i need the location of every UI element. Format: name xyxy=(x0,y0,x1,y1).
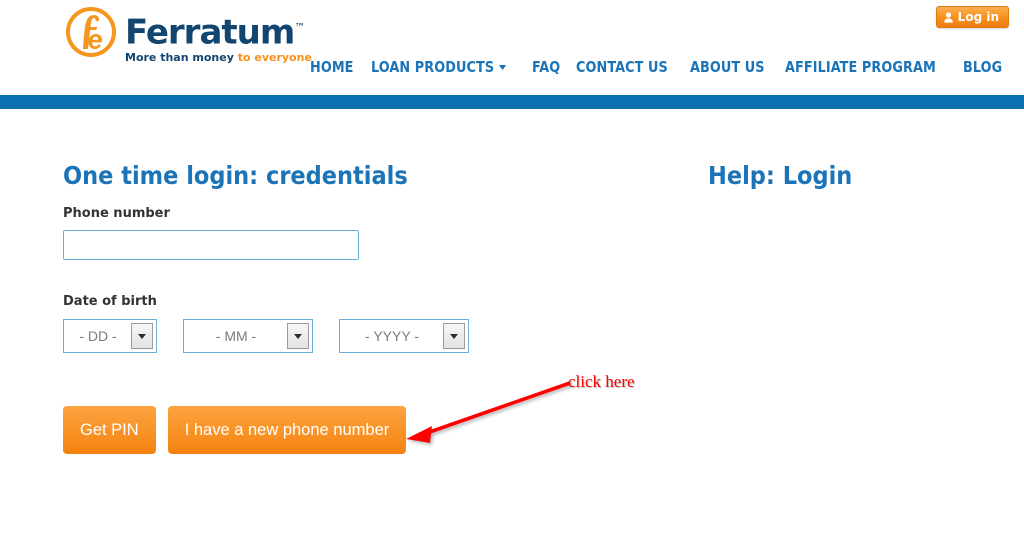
new-phone-number-button[interactable]: I have a new phone number xyxy=(167,406,407,454)
main-content: One time login: credentials Phone number… xyxy=(0,109,1024,528)
ferratum-logo-icon xyxy=(66,7,116,57)
nav-item-faq[interactable]: FAQ xyxy=(532,58,560,76)
nav-item-home[interactable]: HOME xyxy=(310,58,354,76)
year-select-arrow-button[interactable] xyxy=(443,323,465,349)
main-navigation: HOME LOAN PRODUCTS FAQ CONTACT US ABOUT … xyxy=(310,58,1007,76)
logo-trademark: ™ xyxy=(294,21,306,34)
nav-label: BLOG xyxy=(963,58,1003,76)
day-select[interactable]: - DD - xyxy=(63,319,157,353)
month-select[interactable]: - MM - xyxy=(183,319,313,353)
nav-label: HOME xyxy=(309,58,354,76)
log-in-label: Log in xyxy=(957,10,999,24)
tagline-primary: More than money xyxy=(125,51,234,65)
header-divider-bar xyxy=(0,95,1024,109)
user-icon xyxy=(943,11,953,23)
log-in-button[interactable]: Log in xyxy=(935,6,1009,28)
nav-label: FAQ xyxy=(531,58,560,76)
nav-label: LOAN PRODUCTS xyxy=(370,58,495,76)
date-of-birth-selects: - DD - - MM - - YYYY - xyxy=(63,319,623,353)
nav-label: AFFILIATE PROGRAM xyxy=(785,58,937,76)
day-select-arrow-button[interactable] xyxy=(131,323,153,349)
nav-item-about-us[interactable]: ABOUT US xyxy=(690,58,765,76)
phone-number-input[interactable] xyxy=(63,230,359,260)
nav-item-affiliate-program[interactable]: AFFILIATE PROGRAM xyxy=(785,58,936,76)
get-pin-button[interactable]: Get PIN xyxy=(63,406,156,454)
date-of-birth-label: Date of birth xyxy=(63,294,157,309)
year-select[interactable]: - YYYY - xyxy=(339,319,469,353)
logo-tagline: More than money to everyone xyxy=(125,51,312,64)
site-logo[interactable]: Ferratum™ More than money to everyone xyxy=(63,4,312,64)
site-header: Ferratum™ More than money to everyone Lo… xyxy=(0,0,1024,109)
chevron-down-icon xyxy=(498,64,506,70)
chevron-down-icon xyxy=(138,333,146,339)
chevron-down-icon xyxy=(450,333,458,339)
login-form-column: One time login: credentials Phone number… xyxy=(63,109,623,454)
logo-text: Ferratum™ More than money to everyone xyxy=(125,4,312,64)
form-actions: Get PIN I have a new phone number xyxy=(63,406,623,454)
nav-label: ABOUT US xyxy=(690,58,765,76)
nav-item-loan-products[interactable]: LOAN PRODUCTS xyxy=(371,58,506,76)
help-column: Help: Login xyxy=(708,109,1008,190)
logo-brand-name: Ferratum™ xyxy=(125,12,306,53)
nav-item-blog[interactable]: BLOG xyxy=(963,58,1002,76)
nav-label: CONTACT US xyxy=(576,58,669,76)
page-title: One time login: credentials xyxy=(63,161,408,190)
tagline-secondary: to everyone xyxy=(237,51,312,65)
phone-number-label: Phone number xyxy=(63,206,170,221)
chevron-down-icon xyxy=(294,333,302,339)
month-select-arrow-button[interactable] xyxy=(287,323,309,349)
nav-item-contact-us[interactable]: CONTACT US xyxy=(576,58,668,76)
help-title: Help: Login xyxy=(708,161,853,190)
